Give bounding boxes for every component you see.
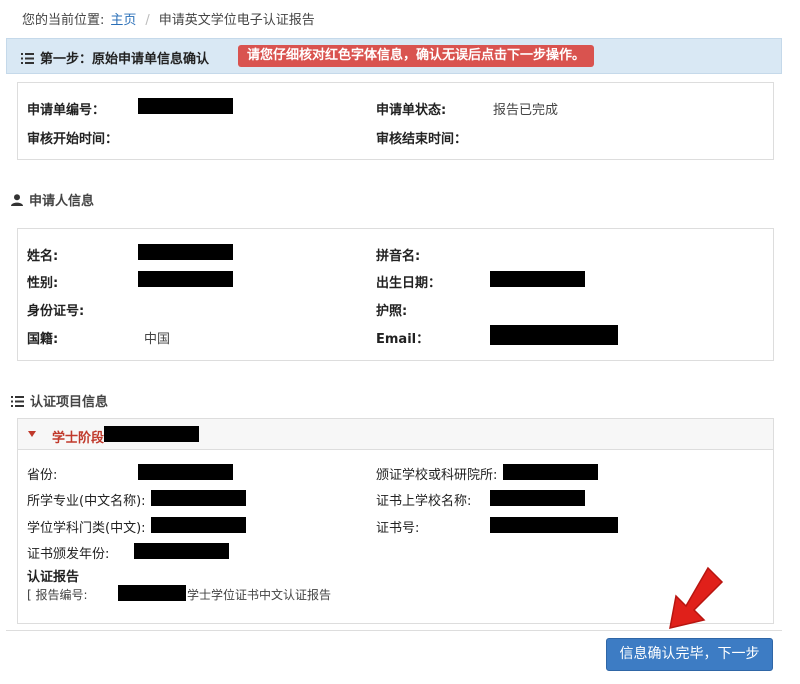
application-status-value: 报告已完成 bbox=[493, 103, 559, 118]
degree-category-label: 学位学科门类(中文): bbox=[27, 521, 146, 536]
warning-badge: 请您仔细核对红色字体信息，确认无误后点击下一步操作。 bbox=[238, 45, 595, 67]
step-header: 第一步：原始申请单信息确认 请您仔细核对红色字体信息，确认无误后点击下一步操作。 bbox=[6, 38, 782, 74]
review-start-label: 审核开始时间： bbox=[27, 132, 119, 147]
nationality-value: 中国 bbox=[144, 332, 171, 347]
applicant-section-title: 申请人信息 bbox=[11, 190, 94, 209]
report-number-prefix: [ 报告编号: bbox=[27, 588, 88, 602]
redacted-stage-detail bbox=[104, 426, 199, 442]
id-number-label: 身份证号: bbox=[27, 304, 85, 319]
cert-school-label: 证书上学校名称: bbox=[376, 494, 472, 509]
certificate-number-label: 证书号: bbox=[376, 521, 420, 536]
redacted-gender bbox=[138, 271, 233, 287]
step-title: 第一步：原始申请单信息确认 bbox=[21, 48, 209, 67]
issuing-school-label: 颁证学校或科研院所: bbox=[376, 468, 498, 483]
nationality-label: 国籍: bbox=[27, 332, 59, 347]
redacted-cert-school bbox=[490, 490, 585, 506]
redacted-major bbox=[151, 490, 246, 506]
redacted-name bbox=[138, 244, 233, 260]
breadcrumb-home-link[interactable]: 主页 bbox=[110, 13, 136, 28]
certification-section-title: 认证项目信息 bbox=[11, 391, 108, 410]
redacted-issue-year bbox=[134, 543, 229, 559]
breadcrumb-prefix: 您的当前位置: bbox=[22, 13, 105, 28]
report-title: 认证报告 bbox=[27, 570, 80, 585]
major-label: 所学专业(中文名称): bbox=[27, 494, 146, 509]
caret-down-icon bbox=[28, 431, 36, 437]
application-status-label: 申请单状态: bbox=[376, 103, 447, 118]
redacted-degree-category bbox=[151, 517, 246, 533]
redacted-report-number bbox=[118, 585, 186, 601]
application-panel bbox=[17, 82, 774, 160]
province-label: 省份: bbox=[27, 468, 58, 483]
redacted-birth-date bbox=[490, 271, 585, 287]
review-end-label: 审核结束时间： bbox=[376, 132, 468, 147]
birth-date-label: 出生日期： bbox=[376, 276, 442, 291]
breadcrumb: 您的当前位置: 主页 / 申请英文学位电子认证报告 bbox=[22, 9, 315, 28]
redacted-email bbox=[490, 325, 618, 345]
degree-stage-label: 学士阶段 bbox=[52, 431, 105, 446]
issue-year-label: 证书颁发年份: bbox=[27, 547, 110, 562]
pinyin-label: 拼音名: bbox=[376, 249, 421, 264]
redacted-application-number bbox=[138, 98, 233, 114]
certification-section-text: 认证项目信息 bbox=[30, 395, 109, 410]
breadcrumb-current: 申请英文学位电子认证报告 bbox=[158, 13, 315, 28]
list-icon bbox=[11, 396, 24, 407]
arrow-icon bbox=[669, 566, 724, 629]
passport-label: 护照: bbox=[376, 304, 408, 319]
footer-divider bbox=[6, 630, 782, 631]
redacted-issuing-school bbox=[503, 464, 598, 480]
next-step-button[interactable]: 信息确认完毕，下一步 bbox=[606, 638, 773, 671]
name-label: 姓名: bbox=[27, 249, 59, 264]
breadcrumb-separator: / bbox=[145, 13, 150, 28]
redacted-province bbox=[138, 464, 233, 480]
step-title-text: 第一步：原始申请单信息确认 bbox=[40, 52, 210, 67]
email-label: Email： bbox=[376, 332, 430, 347]
applicant-section-text: 申请人信息 bbox=[29, 194, 95, 209]
list-icon bbox=[21, 53, 34, 64]
redacted-certificate-number bbox=[490, 517, 618, 533]
user-icon bbox=[11, 194, 23, 206]
report-description[interactable]: 学士学位证书中文认证报告 bbox=[187, 586, 331, 603]
gender-label: 性别: bbox=[27, 276, 59, 291]
application-number-label: 申请单编号： bbox=[27, 103, 106, 118]
